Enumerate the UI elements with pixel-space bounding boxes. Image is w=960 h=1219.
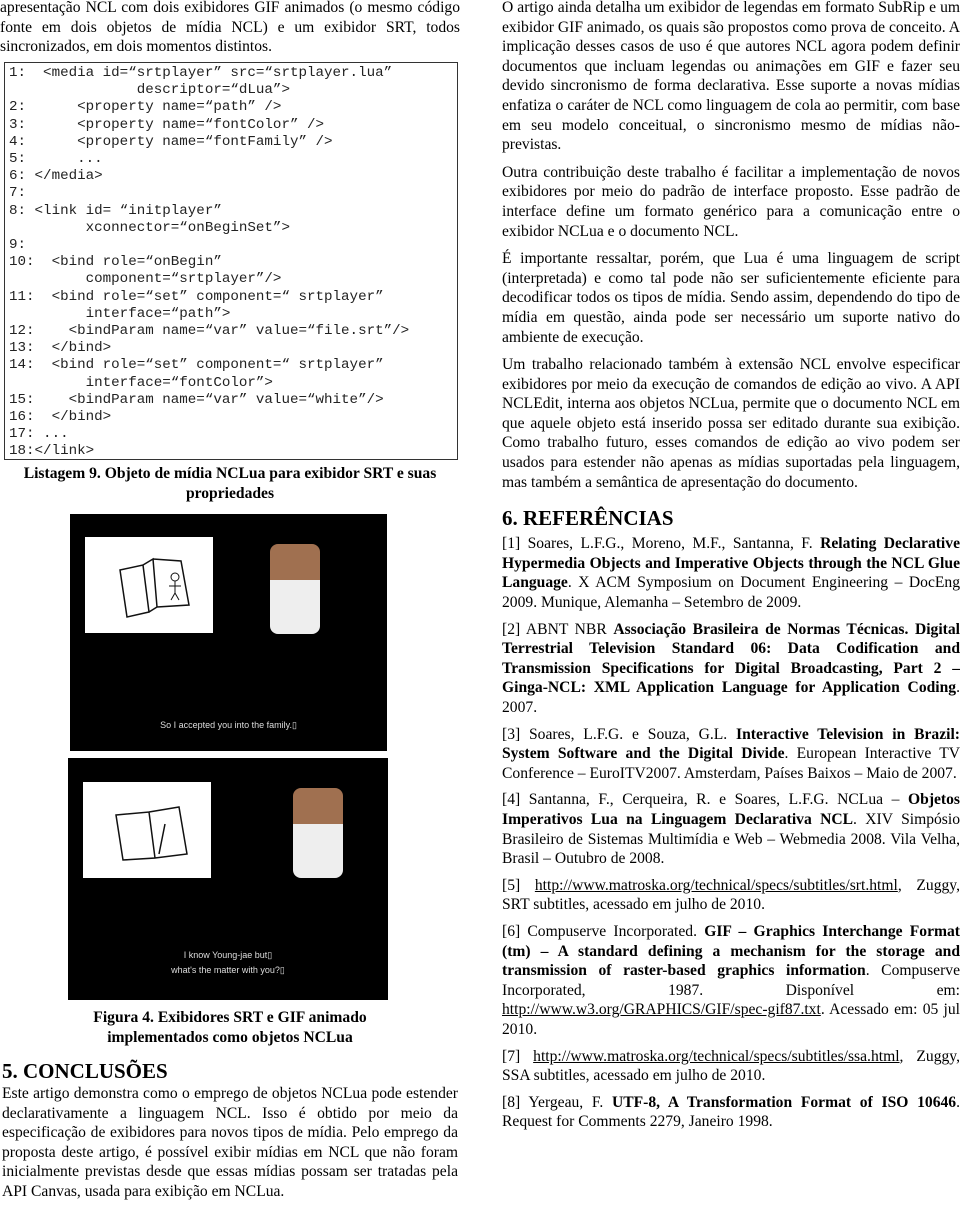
code-line: 12: <bindParam name=“var” value=“file.sr… [9, 323, 410, 340]
code-line: descriptor=“dLua”> [9, 82, 290, 99]
code-line: 11: <bind role=“set” component=“ srtplay… [9, 288, 384, 305]
reference-item: [3] Soares, L.F.G. e Souza, G.L. Interac… [502, 725, 960, 784]
code-line: 4: <property name=“fontFamily” /> [9, 133, 333, 150]
reference-authors: [1] Soares, L.F.G., Moreno, M.F., Santan… [502, 535, 821, 553]
dancer-animation [293, 788, 343, 878]
code-line: 8: <link id= “initplayer” [9, 202, 222, 219]
code-line: 2: <property name=“path” /> [9, 99, 282, 116]
code-listing: 1: <media id=“srtplayer” src=“srtplayer.… [4, 62, 458, 460]
book-drawing-icon [115, 806, 188, 861]
code-line: xconnector=“onBeginSet”> [9, 219, 290, 236]
reference-authors: [5] [502, 876, 535, 894]
reference-link[interactable]: http://www.matroska.org/technical/specs/… [535, 877, 898, 894]
reference-title: UTF-8, A Transformation Format of ISO 10… [611, 1093, 957, 1111]
reference-authors: [4] Santanna, F., Cerqueira, R. e Soares… [502, 791, 909, 809]
code-line: interface=“path”> [9, 305, 231, 322]
reference-authors: [3] Soares, L.F.G. e Souza, G.L. [502, 725, 737, 743]
body-paragraph: Outra contribuição deste trabalho é faci… [502, 163, 960, 240]
code-line: 5: ... [9, 151, 103, 168]
code-line: 13: </bind> [9, 340, 112, 357]
reference-details: . X ACM Symposium on Document Engineerin… [502, 574, 960, 612]
dancer-animation [270, 544, 320, 634]
body-paragraph: O artigo ainda detalha um exibidor de le… [502, 0, 960, 154]
code-line: 14: <bind role=“set” component=“ srtplay… [9, 357, 384, 374]
reference-item: [7] http://www.matroska.org/technical/sp… [502, 1047, 960, 1086]
code-line: 15: <bindParam name=“var” value=“white”/… [9, 391, 384, 408]
figure-caption: Figura 4. Exibidores SRT e GIF animado i… [93, 1009, 367, 1046]
code-line: 17: ... [9, 426, 69, 443]
code-line: 16: </bind> [9, 409, 112, 426]
section-5-heading: 5. CONCLUSÕES [2, 1059, 168, 1083]
intro-paragraph: apresentação NCL com dois exibidores GIF… [0, 0, 460, 56]
reference-item: [4] Santanna, F., Cerqueira, R. e Soares… [502, 790, 960, 868]
listing-caption: Listagem 9. Objeto de mídia NCLua para e… [23, 465, 437, 502]
reference-link[interactable]: http://www.w3.org/GRAPHICS/GIF/spec-gif8… [502, 1001, 821, 1018]
reference-list: [1] Soares, L.F.G., Moreno, M.F., Santan… [502, 534, 960, 1132]
body-paragraph: Um trabalho relacionado também à extensã… [502, 356, 960, 491]
screenshot-frame-1: So I accepted you into the family.▯ [70, 514, 387, 751]
code-line: 7: [9, 185, 27, 202]
reference-link[interactable]: http://www.matroska.org/technical/specs/… [533, 1048, 899, 1065]
code-line: 3: <property name=“fontColor” /> [9, 116, 325, 133]
code-line: 6: </media> [9, 168, 103, 185]
subtitle-text: what's the matter with you?▯ [171, 965, 285, 975]
code-line: 9: [9, 237, 27, 254]
code-line: 1: <media id=“srtplayer” src=“srtplayer.… [9, 65, 393, 81]
book-sketch-image [83, 782, 211, 878]
reference-item: [5] http://www.matroska.org/technical/sp… [502, 876, 960, 915]
code-line: 18:</link> [9, 443, 95, 460]
code-line: interface=“fontColor”> [9, 374, 273, 391]
code-line: component=“srtplayer”/> [9, 271, 282, 288]
subtitle-text: So I accepted you into the family.▯ [160, 720, 297, 730]
left-column: apresentação NCL com dois exibidores GIF… [0, 0, 460, 1200]
reference-authors: [2] ABNT NBR [502, 620, 614, 638]
conclusion-paragraph: Este artigo demonstra como o emprego de … [2, 1085, 458, 1200]
body-paragraph: É importante ressaltar, porém, que Lua é… [502, 250, 960, 346]
screenshot-frame-2: I know Young-jae but▯ what's the matter … [68, 758, 388, 1000]
code-line: 10: <bind role=“onBegin” [9, 254, 222, 271]
reference-item: [6] Compuserve Incorporated. GIF – Graph… [502, 922, 960, 1040]
reference-item: [1] Soares, L.F.G., Moreno, M.F., Santan… [502, 534, 960, 612]
reference-item: [2] ABNT NBR Associação Brasileira de No… [502, 620, 960, 718]
reference-item: [8] Yergeau, F. UTF-8, A Transformation … [502, 1093, 960, 1132]
section-6-heading: 6. REFERÊNCIAS [502, 506, 674, 531]
reference-authors: [7] [502, 1047, 534, 1065]
book-sketch-image [85, 537, 213, 633]
book-drawing-icon [119, 557, 190, 618]
reference-authors: [6] Compuserve Incorporated. [502, 922, 705, 940]
reference-authors: [8] Yergeau, F. [502, 1093, 612, 1111]
right-column: O artigo ainda detalha um exibidor de le… [502, 0, 960, 1139]
